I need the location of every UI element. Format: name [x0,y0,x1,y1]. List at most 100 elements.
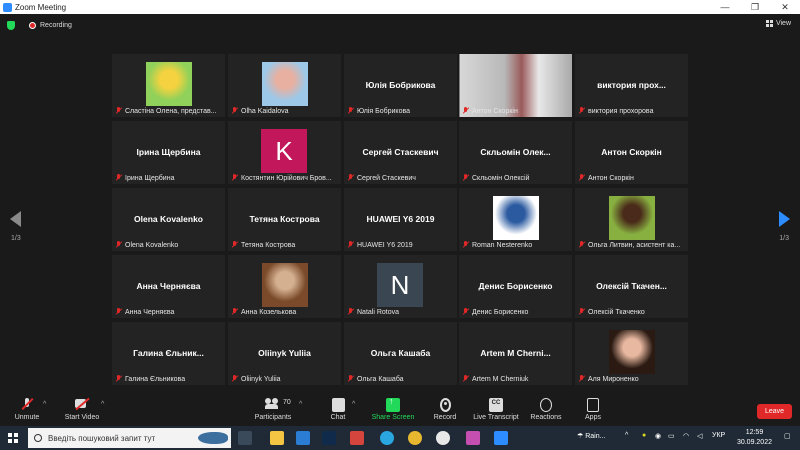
unmute-button[interactable]: Unmute [12,398,42,421]
apps-icon [587,398,599,412]
participant-name-display: Галина Єльник... [133,348,204,358]
participant-photo [145,62,192,106]
participant-tile[interactable]: Oliinyk Yuliia Oliinyk Yuliia [228,322,341,385]
chrome-browser-icon[interactable] [408,431,422,445]
participant-name: Ірина Щербина [125,174,175,182]
participants-count: 70 [283,399,291,406]
participant-tile[interactable]: Антон Скоркін [459,54,572,117]
language-indicator[interactable]: УКР [712,432,725,439]
participant-tile[interactable]: Сергей Стаскевич Сергей Стаскевич [344,121,457,184]
participant-name: Костянтин Юрійович Бров... [241,174,332,182]
chat-button[interactable]: Chat [325,398,351,421]
search-highlight-whale-icon [198,432,228,444]
muted-mic-icon [115,375,122,383]
close-button[interactable]: ✕ [770,0,800,14]
participant-tile[interactable]: Анна Черняєва Анна Черняєва [112,255,225,318]
participant-name: Natali Rotova [357,308,400,316]
windows-start-icon[interactable] [8,433,18,443]
task-view-icon[interactable] [238,431,252,445]
office-icon[interactable] [350,431,364,445]
next-page-arrow-icon[interactable] [779,211,790,227]
notifications-icon[interactable]: ▢ [784,432,791,440]
chrome-profile-icon[interactable] [436,431,450,445]
search-icon [34,434,42,442]
participant-tile[interactable]: Анна Козелькова [228,255,341,318]
security-shield-icon[interactable] [7,20,15,30]
edge-browser-icon[interactable] [380,431,394,445]
participant-tile[interactable]: Денис Борисенко Денис Борисенко [459,255,572,318]
zoom-taskbar-icon[interactable] [494,431,508,445]
tray-bluetooth-icon[interactable]: ◉ [655,432,661,440]
participant-name-label: Тетяна Кострова [231,241,338,249]
apps-button[interactable]: Apps [582,398,604,421]
chat-options-caret-icon[interactable]: ^ [352,401,355,408]
muted-mic-icon [115,174,122,182]
muted-mic-icon [462,375,469,383]
unmute-label: Unmute [14,414,40,421]
participant-name: Скльомін Олексій [472,174,530,182]
participant-tile[interactable]: Тетяна Кострова Тетяна Кострова [228,188,341,251]
muted-mic-icon [231,107,238,115]
participant-tile[interactable]: Roman Nesterenko [459,188,572,251]
taskbar-clock[interactable]: 12:59 30.09.2022 [737,428,772,448]
start-video-button[interactable]: Start Video [62,398,102,421]
participant-tile[interactable]: Ольга Литвин, асистент ка... [575,188,688,251]
participant-tile[interactable]: Olha Kaidalova [228,54,341,117]
participant-tile[interactable]: Сластіна Олена, представ... [112,54,225,117]
participant-tile[interactable]: Аля Мироненко [575,322,688,385]
participants-icon [265,398,281,412]
maximize-button[interactable]: ❐ [740,0,770,14]
live-transcript-button[interactable]: CC Live Transcript [472,398,520,421]
audio-options-caret-icon[interactable]: ^ [43,401,46,408]
participant-tile[interactable]: HUAWEI Y6 2019 HUAWEI Y6 2019 [344,188,457,251]
tray-up-arrow-icon[interactable]: ^ [625,432,628,439]
participant-tile[interactable]: Галина Єльник... Галина Єльникова [112,322,225,385]
taskbar-search-box[interactable]: Введіть пошуковий запит тут [28,428,231,448]
minimize-button[interactable]: — [710,0,740,14]
participant-tile[interactable]: N Natali Rotova [344,255,457,318]
participant-name-display: Сергей Стаскевич [362,147,439,157]
participant-tile[interactable]: Юлія Бобрикова Юлія Бобрикова [344,54,457,117]
muted-mic-icon [578,308,585,316]
window-titlebar: Zoom Meeting — ❐ ✕ [0,0,800,14]
weather-widget[interactable]: ☂ Rain... [577,432,605,440]
participant-tile[interactable]: Олексій Ткачен... Олексій Ткаченко [575,255,688,318]
participant-tile[interactable]: виктория прох... виктория прохорова [575,54,688,117]
video-off-icon [74,398,90,412]
participant-tile[interactable]: Ірина Щербина Ірина Щербина [112,121,225,184]
share-screen-button[interactable]: Share Screen [370,396,416,421]
volume-icon[interactable]: ◁ [697,432,702,440]
participant-name: Денис Борисенко [472,308,529,316]
tray-app-icon[interactable]: ● [642,432,646,439]
record-button[interactable]: Record [432,398,458,421]
participant-tile[interactable]: Антон Скоркін Антон Скоркін [575,121,688,184]
muted-mic-icon [115,241,122,249]
participants-options-caret-icon[interactable]: ^ [299,401,302,408]
paint-icon[interactable] [466,431,480,445]
battery-icon[interactable]: ▭ [668,432,675,440]
participant-tile[interactable]: Artem M Cherni... Artem M Cherniuk [459,322,572,385]
participant-tile[interactable]: Скльомін Олек... Скльомін Олексій [459,121,572,184]
muted-mic-icon [347,375,354,383]
live-transcript-label: Live Transcript [473,414,519,421]
participant-name: Сергей Стаскевич [357,174,416,182]
zoom-app-icon [3,2,12,12]
view-button[interactable]: View [765,20,791,27]
participant-initial-avatar: N [377,263,423,307]
previous-page-arrow-icon[interactable] [10,211,21,227]
mail-icon[interactable] [296,431,310,445]
participant-name-display: Oliinyk Yuliia [258,348,311,358]
reactions-button[interactable]: Reactions [530,398,562,421]
video-options-caret-icon[interactable]: ^ [101,401,104,408]
file-explorer-icon[interactable] [270,431,284,445]
participant-name-display: HUAWEI Y6 2019 [366,214,435,224]
photoshop-icon[interactable] [322,431,336,445]
participant-name: Олексій Ткаченко [588,308,645,316]
participant-tile[interactable]: K Костянтин Юрійович Бров... [228,121,341,184]
leave-button[interactable]: Leave [757,404,792,419]
participant-tile[interactable]: Olena Kovalenko Olena Kovalenko [112,188,225,251]
participant-name-display: Olena Kovalenko [134,214,203,224]
participant-name: Artem M Cherniuk [472,375,529,383]
network-icon[interactable]: ◠ [683,432,689,440]
participant-tile[interactable]: Ольга Кашаба Ольга Кашаба [344,322,457,385]
